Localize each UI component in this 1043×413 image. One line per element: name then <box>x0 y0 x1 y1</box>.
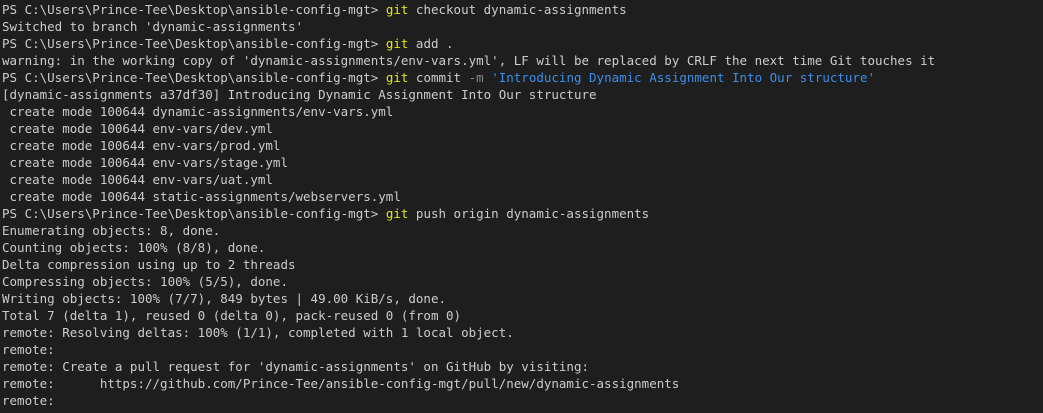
output-line: create mode 100644 dynamic-assignments/e… <box>2 103 1043 120</box>
output-line: Enumerating objects: 8, done. <box>2 222 1043 239</box>
commit-message-string: 'Introducing Dynamic Assignment Into Our… <box>483 70 876 85</box>
terminal-output[interactable]: PS C:\Users\Prince-Tee\Desktop\ansible-c… <box>0 0 1043 413</box>
output-line: warning: in the working copy of 'dynamic… <box>2 52 1043 69</box>
prompt-line: PS C:\Users\Prince-Tee\Desktop\ansible-c… <box>2 1 1043 18</box>
output-line: Switched to branch 'dynamic-assignments' <box>2 18 1043 35</box>
command-name: git <box>385 36 409 51</box>
output-text: Compressing objects: 100% (5/5), done. <box>2 274 288 289</box>
output-text: remote: Resolving deltas: 100% (1/1), co… <box>2 325 514 340</box>
output-text: Total 7 (delta 1), reused 0 (delta 0), p… <box>2 308 462 323</box>
output-text: Counting objects: 100% (8/8), done. <box>2 240 266 255</box>
output-text: [dynamic-assignments a37df30] Introducin… <box>2 87 597 102</box>
command-args: push origin dynamic-assignments <box>408 206 650 221</box>
output-line: remote: https://github.com/Prince-Tee/an… <box>2 375 1043 392</box>
output-text: create mode 100644 env-vars/stage.yml <box>2 155 288 170</box>
output-line: create mode 100644 env-vars/uat.yml <box>2 171 1043 188</box>
output-line: Counting objects: 100% (8/8), done. <box>2 239 1043 256</box>
prompt-line: PS C:\Users\Prince-Tee\Desktop\ansible-c… <box>2 35 1043 52</box>
output-line: create mode 100644 env-vars/prod.yml <box>2 137 1043 154</box>
output-text: create mode 100644 static-assignments/we… <box>2 189 401 204</box>
output-line: Delta compression using up to 2 threads <box>2 256 1043 273</box>
output-line: Writing objects: 100% (7/7), 849 bytes |… <box>2 290 1043 307</box>
output-text: create mode 100644 env-vars/dev.yml <box>2 121 273 136</box>
output-text: remote: https://github.com/Prince-Tee/an… <box>2 376 680 391</box>
prompt-line: PS C:\Users\Prince-Tee\Desktop\ansible-c… <box>2 205 1043 222</box>
output-line: remote: <box>2 341 1043 358</box>
output-text: create mode 100644 dynamic-assignments/e… <box>2 104 394 119</box>
output-line: create mode 100644 env-vars/dev.yml <box>2 120 1043 137</box>
shell-prompt: PS C:\Users\Prince-Tee\Desktop\ansible-c… <box>2 206 386 221</box>
command-name: git <box>385 2 409 17</box>
output-line: [dynamic-assignments a37df30] Introducin… <box>2 86 1043 103</box>
output-line: create mode 100644 static-assignments/we… <box>2 188 1043 205</box>
command-args: commit <box>408 70 469 85</box>
output-line: remote: <box>2 392 1043 409</box>
output-line: remote: Create a pull request for 'dynam… <box>2 358 1043 375</box>
command-name: git <box>385 70 409 85</box>
output-text: Delta compression using up to 2 threads <box>2 257 296 272</box>
output-text: remote: <box>2 393 55 408</box>
output-text: Switched to branch 'dynamic-assignments' <box>2 19 304 34</box>
output-text: create mode 100644 env-vars/uat.yml <box>2 172 273 187</box>
output-text: remote: <box>2 342 55 357</box>
output-line: create mode 100644 env-vars/stage.yml <box>2 154 1043 171</box>
output-text: Writing objects: 100% (7/7), 849 bytes |… <box>2 291 447 306</box>
command-args: checkout dynamic-assignments <box>408 2 627 17</box>
shell-prompt: PS C:\Users\Prince-Tee\Desktop\ansible-c… <box>2 36 386 51</box>
shell-prompt: PS C:\Users\Prince-Tee\Desktop\ansible-c… <box>2 2 386 17</box>
output-line: Total 7 (delta 1), reused 0 (delta 0), p… <box>2 307 1043 324</box>
command-args: add . <box>408 36 454 51</box>
command-flag: -m <box>468 70 484 85</box>
command-name: git <box>385 206 409 221</box>
shell-prompt: PS C:\Users\Prince-Tee\Desktop\ansible-c… <box>2 70 386 85</box>
output-line: Compressing objects: 100% (5/5), done. <box>2 273 1043 290</box>
output-text: create mode 100644 env-vars/prod.yml <box>2 138 281 153</box>
output-text: remote: Create a pull request for 'dynam… <box>2 359 589 374</box>
output-text: warning: in the working copy of 'dynamic… <box>2 53 936 68</box>
prompt-line: PS C:\Users\Prince-Tee\Desktop\ansible-c… <box>2 69 1043 86</box>
output-line: remote: Resolving deltas: 100% (1/1), co… <box>2 324 1043 341</box>
output-text: Enumerating objects: 8, done. <box>2 223 221 238</box>
